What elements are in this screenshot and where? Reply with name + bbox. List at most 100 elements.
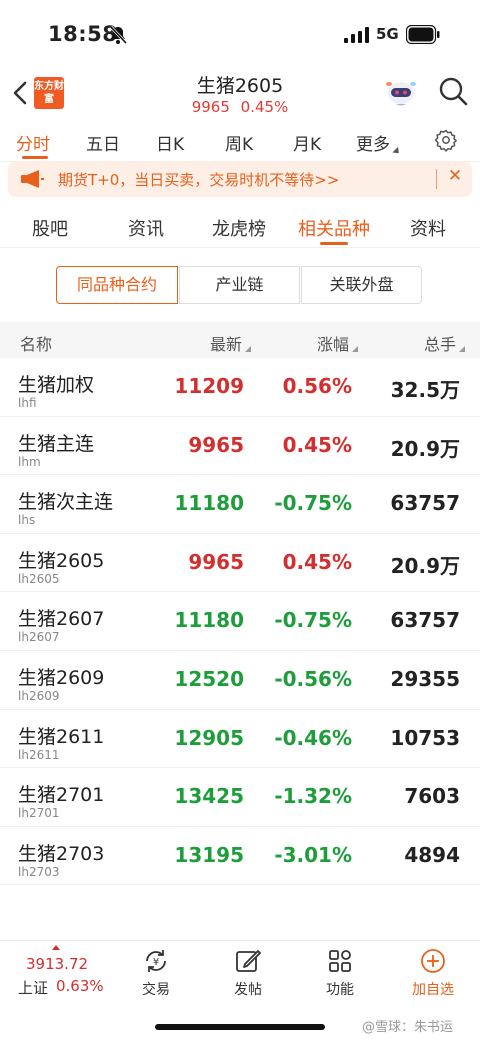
search-icon[interactable]: [438, 76, 468, 106]
header-change-label: 涨幅: [317, 335, 350, 354]
contract-code: lh2609: [18, 688, 60, 703]
table-row[interactable]: 生猪2605 lh2605 9965 0.45% 20.9万: [0, 534, 480, 593]
nav-post[interactable]: 发帖: [218, 947, 278, 999]
change-percent: -0.56%: [274, 666, 352, 691]
total-volume: 20.9万: [390, 553, 460, 578]
table-row[interactable]: 生猪2703 lh2703 13195 -3.01% 4894: [0, 827, 480, 886]
contract-code: lh2607: [18, 630, 60, 645]
nav-trade[interactable]: ¥ 交易: [126, 947, 186, 999]
sort-icon: [459, 346, 466, 352]
total-volume: 7603: [404, 784, 460, 809]
table-row[interactable]: 生猪主连 lhm 9965 0.45% 20.9万: [0, 417, 480, 476]
header-volume[interactable]: 总手: [424, 331, 466, 355]
tab-related[interactable]: 相关品种: [298, 215, 370, 241]
tab-monthly-k[interactable]: 月K: [293, 130, 321, 155]
assistant-robot-icon[interactable]: [384, 74, 418, 108]
contract-name: 生猪2611: [18, 725, 105, 748]
period-tabs: 分时 五日 日K 周K 月K 更多: [0, 122, 480, 162]
contract-code: lh2703: [18, 864, 60, 879]
total-volume: 4894: [404, 842, 460, 867]
table-row[interactable]: 生猪加权 lhfi 11209 0.56% 32.5万: [0, 358, 480, 417]
table-row[interactable]: 生猪2701 lh2701 13425 -1.32% 7603: [0, 768, 480, 827]
caret-icon: [392, 146, 402, 157]
plus-circle-icon: [421, 949, 445, 973]
contract-name: 生猪加权: [18, 374, 95, 396]
index-change: 0.63%: [56, 977, 104, 995]
latest-price: 13195: [174, 842, 244, 867]
table-row[interactable]: 生猪次主连 lhs 11180 -0.75% 63757: [0, 475, 480, 534]
change-percent: -0.75%: [274, 608, 352, 633]
change-percent: 0.56%: [282, 374, 352, 398]
contract-code: lhm: [18, 454, 41, 469]
total-volume: 63757: [390, 491, 460, 516]
header-latest-label: 最新: [210, 335, 243, 354]
contract-name: 生猪2605: [18, 549, 105, 572]
promo-banner[interactable]: 期货T+0，当日买卖，交易时机不等待>> ✕: [8, 161, 472, 197]
nav-trade-label: 交易: [142, 982, 170, 998]
sort-icon: [352, 346, 359, 352]
table-row[interactable]: 生猪2609 lh2609 12520 -0.56% 29355: [0, 651, 480, 710]
total-volume: 29355: [390, 666, 460, 691]
latest-price: 12905: [174, 725, 244, 750]
nav-functions[interactable]: 功能: [310, 947, 370, 999]
tab-profile[interactable]: 资料: [410, 215, 446, 241]
contract-name: 生猪2701: [18, 784, 105, 807]
segment-industry-chain[interactable]: 产业链: [179, 266, 300, 304]
battery-icon: [406, 25, 440, 44]
total-volume: 32.5万: [390, 378, 460, 402]
grid-icon: [329, 950, 351, 972]
tab-intraday[interactable]: 分时: [16, 130, 50, 155]
active-main-tab-indicator: [320, 242, 348, 245]
header-change[interactable]: 涨幅: [317, 331, 359, 355]
tab-more[interactable]: 更多: [356, 130, 402, 157]
tab-news[interactable]: 资讯: [128, 215, 164, 241]
latest-price: 12520: [174, 666, 244, 691]
contract-code: lh2611: [18, 747, 60, 762]
nav-add-watchlist[interactable]: 加自选: [403, 947, 463, 999]
contract-code: lhs: [18, 513, 36, 528]
contract-code: lh2605: [18, 571, 60, 586]
status-time: 18:58: [48, 22, 118, 46]
nav-add-watchlist-label: 加自选: [412, 982, 454, 998]
yuan-exchange-icon: ¥: [146, 950, 166, 972]
latest-price: 11180: [174, 491, 244, 516]
index-name: 上证: [18, 979, 49, 997]
change-percent: -0.46%: [274, 725, 352, 750]
contract-name: 生猪2609: [18, 666, 105, 689]
total-volume: 63757: [390, 608, 460, 633]
segment-same-variety[interactable]: 同品种合约: [56, 266, 178, 304]
network-type: 5G: [376, 25, 399, 43]
tab-weekly-k[interactable]: 周K: [225, 130, 253, 155]
tab-five-day[interactable]: 五日: [86, 130, 120, 155]
active-tab-indicator: [22, 156, 48, 159]
megaphone-icon: [21, 170, 44, 188]
tab-dragon-tiger[interactable]: 龙虎榜: [212, 215, 266, 241]
nav-post-label: 发帖: [234, 982, 262, 998]
change-percent: 0.45%: [282, 432, 352, 457]
up-arrow-icon: [52, 945, 60, 950]
latest-price: 9965: [188, 432, 244, 457]
latest-price: 13425: [174, 784, 244, 809]
tab-daily-k[interactable]: 日K: [156, 130, 184, 155]
main-tabs: 股吧 资讯 龙虎榜 相关品种 资料: [0, 206, 480, 248]
table-row[interactable]: 生猪2611 lh2611 12905 -0.46% 10753: [0, 710, 480, 769]
bell-off-icon: [109, 25, 128, 45]
home-indicator[interactable]: [155, 1024, 325, 1030]
banner-text[interactable]: 期货T+0，当日买卖，交易时机不等待>>: [58, 169, 339, 190]
segment-foreign-markets[interactable]: 关联外盘: [301, 266, 422, 304]
table-row[interactable]: 生猪2607 lh2607 11180 -0.75% 63757: [0, 592, 480, 651]
contract-name: 生猪2703: [18, 842, 105, 865]
change-percent: 0.45%: [282, 549, 352, 574]
watermark: @雪球：朱书运: [362, 1020, 454, 1035]
close-icon[interactable]: ✕: [444, 166, 466, 186]
header-latest[interactable]: 最新: [210, 331, 252, 355]
latest-price: 11180: [174, 608, 244, 633]
latest-price: 9965: [188, 549, 244, 574]
header-name: 名称: [20, 335, 53, 354]
signal-icon: [344, 27, 369, 43]
edit-icon: [236, 950, 261, 972]
gear-icon[interactable]: [434, 128, 458, 152]
table-header: 名称 最新 涨幅 总手: [0, 322, 480, 358]
tab-forum[interactable]: 股吧: [32, 215, 68, 241]
contract-name: 生猪2607: [18, 608, 105, 631]
